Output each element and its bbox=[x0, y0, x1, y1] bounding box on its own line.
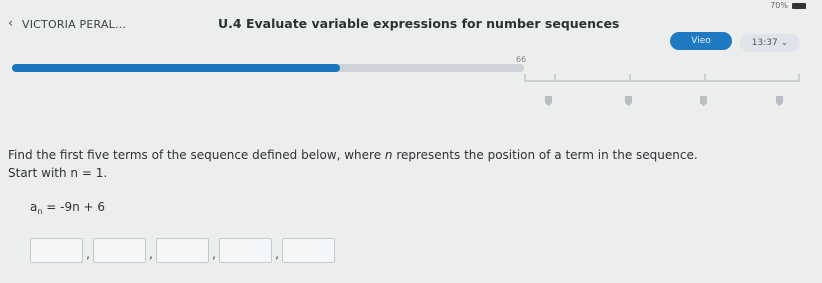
lesson-title: U.4 Evaluate variable expressions for nu… bbox=[218, 16, 620, 31]
timer-pill[interactable]: 13:37 ⌄ bbox=[740, 34, 800, 52]
answer-input-3[interactable] bbox=[156, 238, 209, 263]
progress-ticks bbox=[524, 74, 800, 82]
comma: , bbox=[212, 247, 216, 261]
back-arrow-icon[interactable]: ‹ bbox=[8, 16, 13, 31]
level-pill[interactable]: Vieo bbox=[670, 32, 732, 50]
sequence-formula: an = -9n + 6 bbox=[30, 200, 106, 216]
chevron-down-icon: ⌄ bbox=[780, 38, 789, 48]
comma: , bbox=[86, 247, 90, 261]
timer-value: 13:37 bbox=[751, 38, 778, 48]
battery-percent: 70% bbox=[770, 1, 788, 10]
answer-input-1[interactable] bbox=[30, 238, 83, 263]
milestone-icon bbox=[545, 96, 552, 106]
answer-input-2[interactable] bbox=[93, 238, 146, 263]
instruction-line: Find the first five terms of the sequenc… bbox=[8, 148, 698, 162]
start-line: Start with n = 1. bbox=[8, 166, 108, 180]
milestone-icon bbox=[700, 96, 707, 106]
milestone-icon bbox=[625, 96, 632, 106]
answer-input-4[interactable] bbox=[219, 238, 272, 263]
student-name[interactable]: VICTORIA PERAL... bbox=[22, 18, 126, 31]
problem-instructions: Find the first five terms of the sequenc… bbox=[8, 146, 808, 182]
comma: , bbox=[149, 247, 153, 261]
progress-fill bbox=[12, 64, 340, 72]
header: ‹ VICTORIA PERAL... U.4 Evaluate variabl… bbox=[0, 10, 822, 54]
answer-row: , , , , bbox=[30, 238, 335, 263]
comma: , bbox=[275, 247, 279, 261]
trophy-icon bbox=[776, 96, 783, 106]
answer-input-5[interactable] bbox=[282, 238, 335, 263]
smartscore-progress-bar bbox=[12, 64, 524, 72]
smartscore-value: 66 bbox=[516, 55, 527, 64]
battery-icon bbox=[792, 2, 806, 9]
